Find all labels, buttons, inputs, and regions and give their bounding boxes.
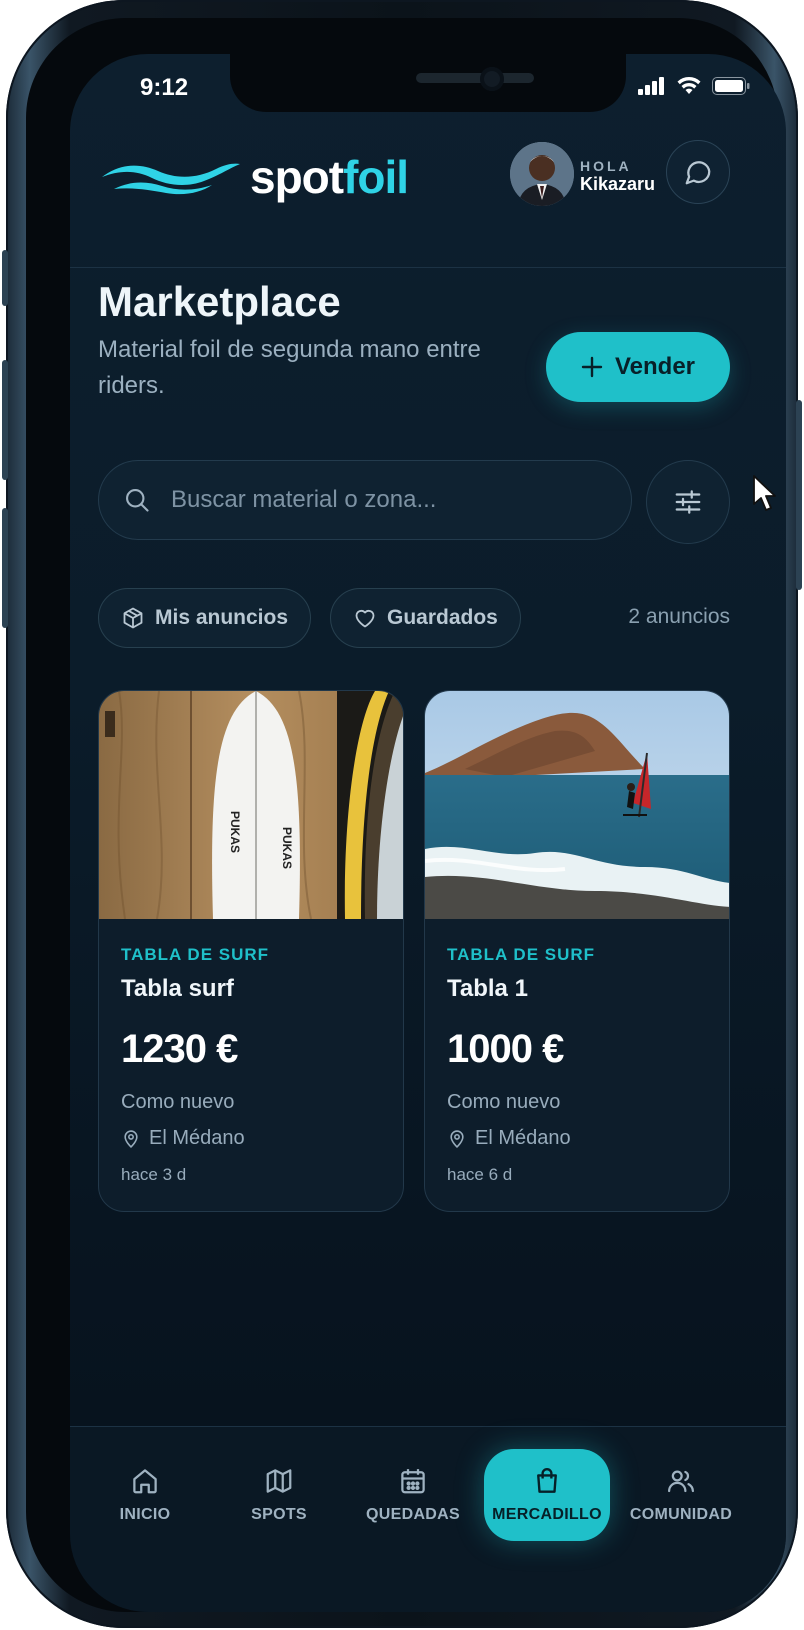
chat-bubble-icon	[685, 161, 711, 185]
results-count: 2 anuncios	[628, 605, 730, 628]
earpiece-speaker	[416, 73, 534, 83]
listing-card[interactable]: TABLA DE SURF Tabla 1 1000 € Como nuevo …	[424, 690, 730, 1212]
nav-label: MERCADILLO	[492, 1506, 602, 1523]
nav-label: QUEDADAS	[366, 1506, 460, 1523]
saved-label: Guardados	[387, 606, 498, 629]
my-listings-chip[interactable]: Mis anuncios	[98, 588, 312, 648]
nav-quedadas[interactable]: QUEDADAS	[350, 1449, 476, 1541]
nav-inicio[interactable]: INICIO	[82, 1449, 208, 1541]
signal-icon	[638, 77, 664, 95]
nav-comunidad[interactable]: COMUNIDAD	[618, 1449, 744, 1541]
volume-up-button	[2, 360, 8, 480]
search-icon	[126, 489, 149, 512]
shopping-bag-icon	[537, 1467, 557, 1493]
listing-location-text: El Médano	[475, 1127, 571, 1149]
wifi-icon	[677, 76, 701, 94]
messages-button[interactable]	[666, 140, 730, 204]
phone-frame: spotfoil HOLA Kikazaru 9:12 Marketplace …	[2, 0, 802, 1628]
box-icon	[123, 607, 143, 629]
heart-icon	[355, 610, 375, 628]
listing-price: 1000 €	[447, 1027, 564, 1071]
user-name: Kikazaru	[580, 174, 656, 194]
logo-text-spot: spot	[250, 151, 344, 203]
display-notch	[230, 54, 626, 112]
home-icon	[133, 1469, 157, 1494]
listing-age: hace 3 d	[121, 1165, 187, 1184]
search-bar[interactable]	[98, 460, 632, 540]
listing-location-text: El Médano	[149, 1127, 245, 1149]
front-camera	[480, 67, 504, 91]
surfboard-photo-icon: PUKAS PUKAS	[99, 691, 403, 919]
nav-spots[interactable]: SPOTS	[216, 1449, 342, 1541]
nav-mercadillo[interactable]: MERCADILLO	[484, 1449, 610, 1541]
mute-switch	[2, 250, 8, 306]
listing-location: El Médano	[447, 1127, 571, 1150]
svg-text:PUKAS: PUKAS	[280, 827, 294, 869]
location-pin-icon	[450, 1129, 464, 1148]
person-photo-icon	[510, 142, 574, 206]
filters-button[interactable]	[646, 460, 730, 544]
nav-label: COMUNIDAD	[629, 1506, 733, 1523]
sell-button-label: Vender	[614, 353, 696, 380]
logo-text-foil: foil	[343, 151, 409, 203]
saved-chip[interactable]: Guardados	[330, 588, 521, 648]
listing-condition: Como nuevo	[121, 1091, 235, 1113]
power-button	[796, 400, 802, 590]
mouse-pointer-icon	[753, 475, 776, 511]
battery-icon	[712, 77, 750, 95]
windsurf-photo-icon	[425, 691, 729, 919]
location-pin-icon	[124, 1129, 138, 1148]
users-icon	[668, 1470, 694, 1493]
listing-photo: PUKAS PUKAS	[99, 691, 403, 919]
map-icon	[266, 1469, 292, 1493]
status-time: 9:12	[140, 74, 189, 101]
listing-price: 1230 €	[121, 1027, 238, 1071]
wave-logo-icon	[102, 163, 240, 195]
plus-icon	[581, 356, 603, 378]
page-title: Marketplace	[98, 278, 341, 325]
nav-label: INICIO	[119, 1506, 171, 1523]
my-listings-label: Mis anuncios	[155, 606, 289, 629]
sliders-icon	[675, 490, 701, 514]
nav-label: SPOTS	[251, 1506, 307, 1523]
page-subtitle: Material foil de segunda mano entre ride…	[98, 336, 481, 399]
phone-bezel: spotfoil HOLA Kikazaru 9:12 Marketplace …	[26, 18, 786, 1612]
sell-button[interactable]: Vender	[546, 332, 730, 402]
svg-text:PUKAS: PUKAS	[228, 811, 242, 853]
volume-down-button	[2, 508, 8, 628]
listing-title: Tabla 1	[447, 975, 528, 1002]
spotfoil-logo[interactable]: spotfoil	[100, 150, 409, 204]
greeting-label: HOLA	[580, 158, 632, 174]
app-screen: spotfoil HOLA Kikazaru 9:12 Marketplace …	[70, 54, 786, 1612]
bottom-navigation: INICIO SPOTS QUEDADAS MERCADILLO COMUNID…	[70, 1426, 786, 1612]
search-input[interactable]	[169, 485, 609, 515]
user-avatar[interactable]	[510, 142, 574, 206]
listing-card[interactable]: PUKAS PUKAS TABLA DE SURF Tabla surf 123…	[98, 690, 404, 1212]
listing-age: hace 6 d	[447, 1165, 513, 1184]
listing-photo	[425, 691, 729, 919]
calendar-icon	[401, 1469, 425, 1494]
listing-condition: Como nuevo	[447, 1091, 561, 1113]
listing-category: TABLA DE SURF	[447, 945, 596, 964]
status-icons	[638, 76, 750, 96]
listing-category: TABLA DE SURF	[121, 945, 270, 964]
listing-location: El Médano	[121, 1127, 245, 1150]
listing-title: Tabla surf	[121, 975, 234, 1002]
